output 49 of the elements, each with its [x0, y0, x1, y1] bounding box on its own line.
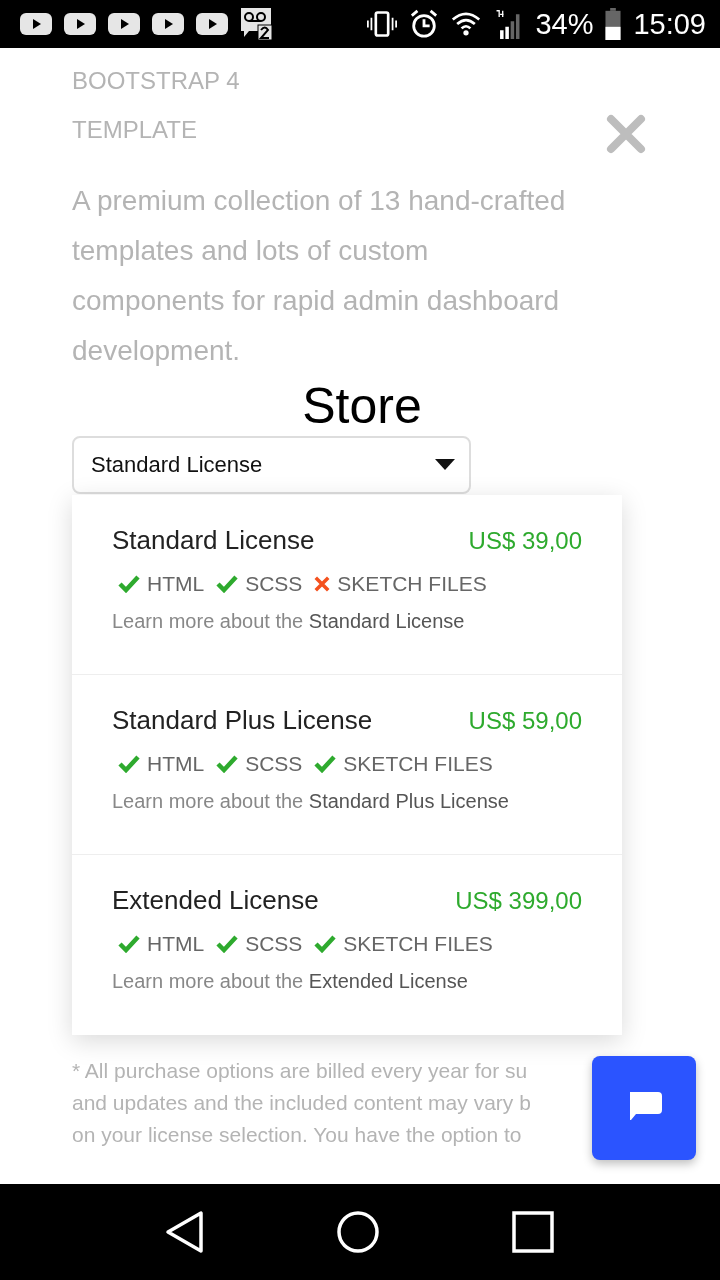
- license-option[interactable]: Standard License US$ 39,00 HTML SCSS SKETCH FILES Learn more about the Standard License: [72, 495, 622, 675]
- license-name: Standard License: [112, 525, 315, 556]
- footnote-line: * All purchase options are billed every year for su: [72, 1058, 528, 1084]
- play-icon: [108, 13, 140, 35]
- home-icon[interactable]: [336, 1210, 380, 1254]
- license-select[interactable]: Standard License: [72, 436, 471, 494]
- license-price: US$ 39,00: [468, 527, 582, 555]
- description-line: development.: [72, 334, 241, 368]
- license-name: Extended License: [112, 885, 319, 916]
- play-icon: [152, 13, 184, 35]
- template-label: TEMPLATE: [72, 115, 197, 145]
- footnote-line: and updates and the included content may vary b: [72, 1090, 531, 1116]
- description-line: components for rapid admin dashboard: [72, 284, 560, 318]
- feature-label: HTML: [147, 932, 205, 956]
- back-icon[interactable]: [165, 1210, 206, 1254]
- description-line: A premium collection of 13 hand-crafted: [72, 184, 566, 218]
- clock: 15:09: [633, 7, 706, 41]
- store-title: Store: [302, 377, 422, 436]
- template-label: BOOTSTRAP 4: [72, 66, 240, 96]
- recents-icon[interactable]: [510, 1210, 555, 1254]
- play-icon: [64, 13, 96, 35]
- battery-icon: [605, 8, 622, 40]
- feature-label: SKETCH FILES: [337, 572, 487, 596]
- caret-icon: [435, 459, 455, 471]
- feature-label: HTML: [147, 572, 205, 596]
- alarm-icon: [409, 9, 440, 39]
- footnote-line: on your license selection. You have the option to: [72, 1122, 522, 1148]
- license-option[interactable]: Extended License US$ 399,00 HTML SCSS SKETCH FILES Learn more about the Extended License: [72, 855, 622, 1035]
- license-price: US$ 399,00: [455, 887, 582, 915]
- license-price: US$ 59,00: [468, 707, 582, 735]
- feature-label: SCSS: [245, 752, 303, 776]
- feature-label: SCSS: [245, 572, 303, 596]
- feature-label: HTML: [147, 752, 205, 776]
- license-name: Standard Plus License: [112, 705, 373, 736]
- feature-label: SKETCH FILES: [343, 752, 493, 776]
- learn-more-link[interactable]: Learn more about the Standard License: [112, 610, 465, 633]
- feature-label: SKETCH FILES: [343, 932, 493, 956]
- vibrate-icon: [367, 9, 398, 39]
- chat-button[interactable]: [592, 1056, 696, 1160]
- description-line: templates and lots of custom: [72, 234, 429, 268]
- play-icon: [20, 13, 52, 35]
- learn-more-link[interactable]: Learn more about the Extended License: [112, 970, 468, 993]
- feature-label: SCSS: [245, 932, 303, 956]
- battery-percentage: 34%: [535, 7, 594, 41]
- learn-more-link[interactable]: Learn more about the Standard Plus License: [112, 790, 509, 813]
- play-icon: [196, 13, 228, 35]
- voicemail-icon: [240, 7, 274, 41]
- license-option[interactable]: Standard Plus License US$ 59,00 HTML SCSS SKETCH FILES Learn more about the Standard Plus License: [72, 675, 622, 855]
- close-icon: [606, 114, 646, 154]
